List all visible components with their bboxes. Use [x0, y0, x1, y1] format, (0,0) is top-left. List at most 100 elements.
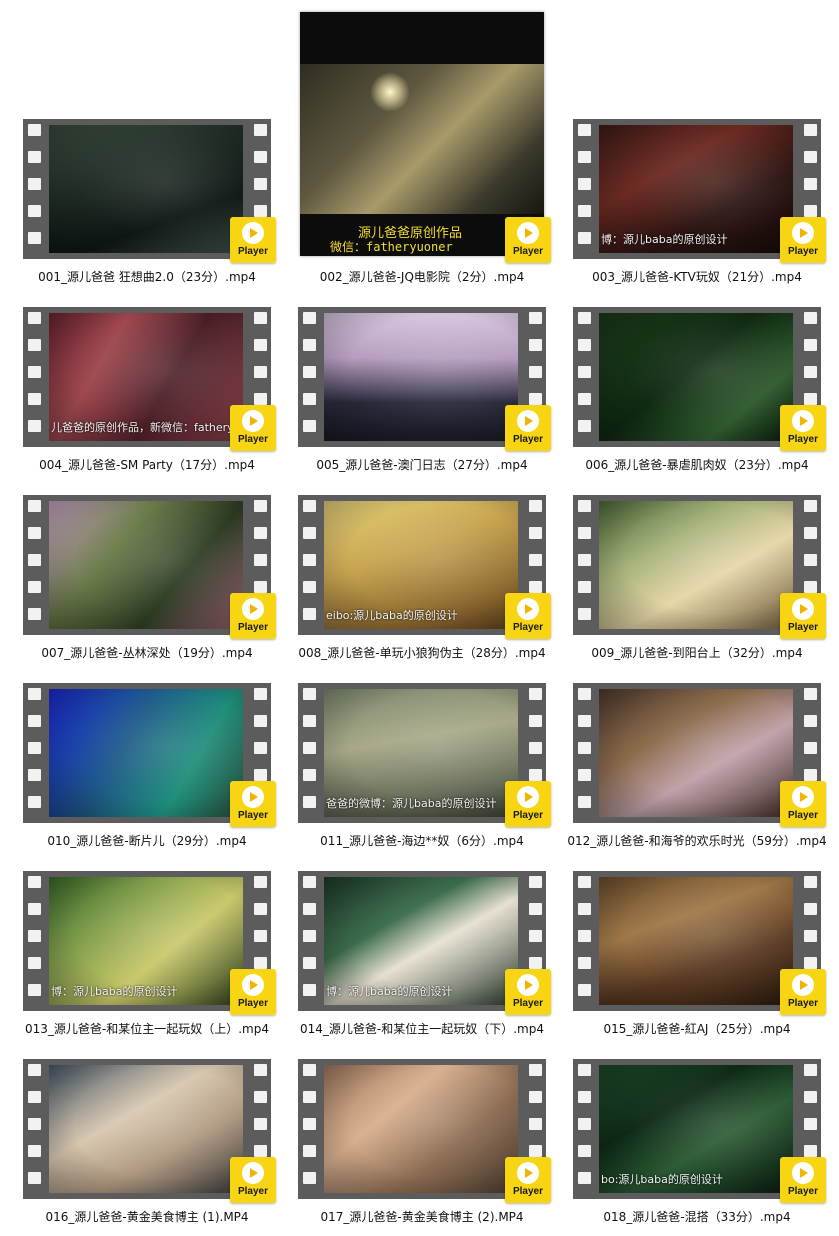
sprocket-hole: [529, 312, 542, 324]
file-item[interactable]: Player 009_源儿爸爸-到阳台上（32分）.mp4: [550, 495, 826, 670]
sprocket-column-left: [23, 119, 45, 259]
player-button[interactable]: Player: [780, 969, 826, 1015]
file-item[interactable]: bo:源儿baba的原创设计 Player 018_源儿爸爸-混搭（33分）.mp4: [550, 1059, 826, 1234]
sprocket-hole: [804, 1118, 817, 1130]
file-name-label[interactable]: 005_源儿爸爸-澳门日志（27分）.mp4: [275, 456, 569, 473]
sprocket-hole: [254, 769, 267, 781]
file-item[interactable]: Player 017_源儿爸爸-黄金美食博主 (2).MP4: [275, 1059, 551, 1234]
sprocket-hole: [578, 1172, 591, 1184]
file-item[interactable]: 博：源儿baba的原创设计 Player 003_源儿爸爸-KTV玩奴（21分）.m…: [550, 119, 826, 294]
player-button[interactable]: Player: [230, 405, 276, 451]
player-button[interactable]: Player: [505, 593, 551, 639]
sprocket-hole: [28, 151, 41, 163]
player-button[interactable]: Player: [505, 969, 551, 1015]
sprocket-hole: [529, 339, 542, 351]
file-name-label[interactable]: 009_源儿爸爸-到阳台上（32分）.mp4: [550, 644, 839, 661]
file-name-label[interactable]: 012_源儿爸爸-和海爷的欢乐时光（59分）.mp4: [550, 832, 839, 849]
sprocket-hole: [28, 715, 41, 727]
sprocket-column-left: [23, 495, 45, 635]
sprocket-hole: [28, 957, 41, 969]
sprocket-hole: [578, 1064, 591, 1076]
player-button[interactable]: Player: [230, 217, 276, 263]
player-button[interactable]: Player: [780, 781, 826, 827]
file-item[interactable]: 博：源儿baba的原创设计 Player 014_源儿爸爸-和某位主一起玩奴（下）.…: [275, 871, 551, 1046]
file-item[interactable]: Player 015_源儿爸爸-紅AJ（25分）.mp4: [550, 871, 826, 1046]
file-name-label[interactable]: 016_源儿爸爸-黄金美食博主 (1).MP4: [0, 1208, 294, 1225]
player-button[interactable]: Player: [780, 217, 826, 263]
sprocket-hole: [303, 742, 316, 754]
file-item[interactable]: Player 005_源儿爸爸-澳门日志（27分）.mp4: [275, 307, 551, 482]
player-button[interactable]: Player: [780, 1157, 826, 1203]
sprocket-hole: [254, 500, 267, 512]
sprocket-hole: [804, 957, 817, 969]
file-name-label[interactable]: 014_源儿爸爸-和某位主一起玩奴（下）.mp4: [275, 1020, 569, 1037]
file-name-label[interactable]: 001_源儿爸爸 狂想曲2.0（23分）.mp4: [0, 268, 294, 285]
file-name-label[interactable]: 015_源儿爸爸-紅AJ（25分）.mp4: [550, 1020, 839, 1037]
file-item[interactable]: 博：源儿baba的原创设计 Player 013_源儿爸爸-和某位主一起玩奴（上）.…: [0, 871, 276, 1046]
file-name-label[interactable]: 008_源儿爸爸-单玩小狼狗伪主（28分）.mp4: [275, 644, 569, 661]
sprocket-column-left: [298, 683, 320, 823]
file-name-label[interactable]: 011_源儿爸爸-海边**奴（6分）.mp4: [275, 832, 569, 849]
file-item[interactable]: 爸爸的微博：源儿baba的原创设计 Player 011_源儿爸爸-海边**奴（6分…: [275, 683, 551, 858]
sprocket-hole: [578, 527, 591, 539]
sprocket-column-left: [23, 683, 45, 823]
play-icon: [242, 598, 264, 620]
sprocket-hole: [529, 715, 542, 727]
sprocket-hole: [529, 554, 542, 566]
file-name-label[interactable]: 004_源儿爸爸-SM Party（17分）.mp4: [0, 456, 294, 473]
player-button[interactable]: Player: [230, 969, 276, 1015]
file-item[interactable]: eibo:源儿baba的原创设计 Player 008_源儿爸爸-单玩小狼狗伪主（2…: [275, 495, 551, 670]
player-button[interactable]: Player: [780, 593, 826, 639]
sprocket-hole: [578, 205, 591, 217]
sprocket-hole: [578, 339, 591, 351]
thumbnail-watermark: 博：源儿baba的原创设计: [326, 985, 453, 998]
sprocket-hole: [303, 1172, 316, 1184]
play-icon: [242, 974, 264, 996]
play-triangle: [800, 228, 808, 238]
file-name-label[interactable]: 017_源儿爸爸-黄金美食博主 (2).MP4: [275, 1208, 569, 1225]
file-item[interactable]: Player 016_源儿爸爸-黄金美食博主 (1).MP4: [0, 1059, 276, 1234]
file-name-label[interactable]: 003_源儿爸爸-KTV玩奴（21分）.mp4: [550, 268, 839, 285]
player-button[interactable]: Player: [230, 1157, 276, 1203]
file-item[interactable]: 002_源儿爸爸-JQ电影院（2分）.mp4: [275, 119, 535, 294]
sprocket-hole: [578, 1118, 591, 1130]
player-button[interactable]: Player: [505, 1157, 551, 1203]
file-name-label[interactable]: 013_源儿爸爸-和某位主一起玩奴（上）.mp4: [0, 1020, 294, 1037]
player-button[interactable]: Player: [230, 781, 276, 827]
sprocket-hole: [254, 876, 267, 888]
sprocket-hole: [804, 903, 817, 915]
sprocket-hole: [529, 366, 542, 378]
player-button[interactable]: Player: [505, 405, 551, 451]
file-item[interactable]: Player 012_源儿爸爸-和海爷的欢乐时光（59分）.mp4: [550, 683, 827, 858]
file-item[interactable]: 儿爸爸的原创作品，新微信：fatheryuanerPlayer004_源儿爸爸-…: [0, 307, 276, 482]
file-item[interactable]: Player 006_源儿爸爸-暴虐肌肉奴（23分）.mp4: [550, 307, 826, 482]
file-name-label[interactable]: 002_源儿爸爸-JQ电影院（2分）.mp4: [275, 268, 569, 285]
sprocket-hole: [254, 366, 267, 378]
sprocket-hole: [804, 500, 817, 512]
sprocket-hole: [254, 957, 267, 969]
sprocket-hole: [28, 232, 41, 244]
sprocket-hole: [578, 1091, 591, 1103]
player-button[interactable]: Player: [780, 405, 826, 451]
sprocket-column-left: [298, 495, 320, 635]
file-item[interactable]: Player 007_源儿爸爸-丛林深处（19分）.mp4: [0, 495, 276, 670]
sprocket-hole: [804, 876, 817, 888]
file-name-label[interactable]: 007_源儿爸爸-丛林深处（19分）.mp4: [0, 644, 294, 661]
sprocket-hole: [28, 420, 41, 432]
player-button[interactable]: Player: [230, 593, 276, 639]
player-button[interactable]: Player: [505, 781, 551, 827]
sprocket-hole: [303, 796, 316, 808]
file-item[interactable]: Player 001_源儿爸爸 狂想曲2.0（23分）.mp4: [0, 119, 276, 294]
play-icon: [517, 410, 539, 432]
player-label: Player: [237, 998, 269, 1009]
sprocket-hole: [254, 393, 267, 405]
play-icon: [792, 974, 814, 996]
sprocket-hole: [804, 339, 817, 351]
sprocket-hole: [578, 903, 591, 915]
play-icon: [792, 222, 814, 244]
file-item[interactable]: Player 010_源儿爸爸-断片儿（29分）.mp4: [0, 683, 276, 858]
thumbnail-watermark: bo:源儿baba的原创设计: [601, 1173, 723, 1186]
file-name-label[interactable]: 018_源儿爸爸-混搭（33分）.mp4: [550, 1208, 839, 1225]
file-name-label[interactable]: 010_源儿爸爸-断片儿（29分）.mp4: [0, 832, 294, 849]
file-name-label[interactable]: 006_源儿爸爸-暴虐肌肉奴（23分）.mp4: [550, 456, 839, 473]
